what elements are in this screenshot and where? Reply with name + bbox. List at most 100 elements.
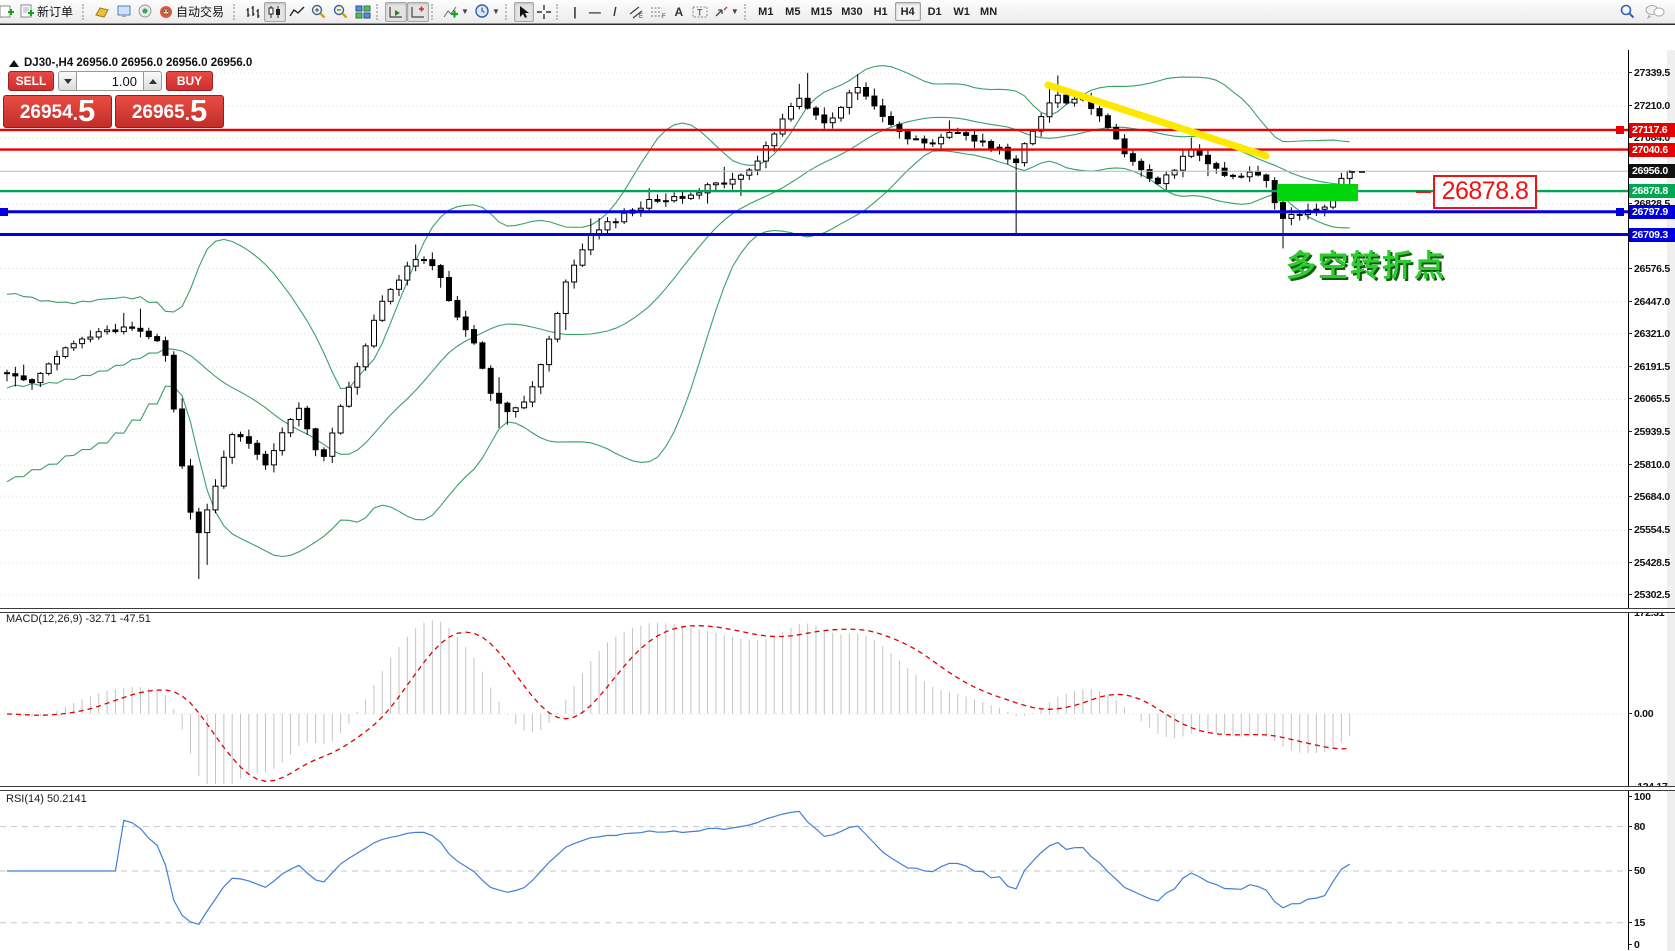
svg-text:F: F <box>662 14 666 19</box>
timeframe-mn[interactable]: MN <box>976 2 1002 21</box>
text-label-tool[interactable]: T <box>689 2 711 22</box>
crosshair-icon <box>537 5 551 19</box>
macd-tick-label: 0.00 <box>1634 708 1675 720</box>
price-level-badge: 27040.6 <box>1629 143 1675 157</box>
volume-input[interactable] <box>77 71 143 91</box>
price-tick-label: 26065.5 <box>1634 393 1675 405</box>
bar-chart-icon <box>245 5 261 19</box>
toolbar-grip <box>431 4 436 20</box>
market-watch-button[interactable] <box>91 2 113 22</box>
price-level-badge: 26878.8 <box>1629 184 1675 198</box>
price-callout-box[interactable]: 26878.8 <box>1433 175 1537 209</box>
text-a-icon: A <box>675 5 684 19</box>
tile-windows-button[interactable] <box>352 2 374 22</box>
pane-separator[interactable] <box>0 608 1675 613</box>
new-chart-icon[interactable] <box>0 2 17 22</box>
new-order-button[interactable]: 新订单 <box>17 2 80 22</box>
chart-title-row: DJ30-,H4 26956.0 26956.0 26956.0 26956.0 <box>9 57 252 69</box>
toolbar-grip <box>505 4 510 20</box>
price-tick-label: 25428.5 <box>1634 557 1675 569</box>
chart-window: 27339.527210.027084.026828.526576.526447… <box>0 24 1675 951</box>
line-chart-icon <box>289 5 305 19</box>
timeframe-m5[interactable]: M5 <box>780 2 806 21</box>
price-level-badge: 26956.0 <box>1629 164 1675 178</box>
autotrading-button[interactable]: 自动交易 <box>156 2 231 22</box>
line-chart-button[interactable] <box>286 2 308 22</box>
volume-decrease-button[interactable] <box>58 71 77 91</box>
timeframe-h1[interactable]: H1 <box>868 2 894 21</box>
price-tick-label: 26191.5 <box>1634 361 1675 373</box>
timeframe-d1[interactable]: D1 <box>922 2 948 21</box>
main-price-chart[interactable] <box>0 50 1628 608</box>
text-label-icon: T <box>692 5 708 19</box>
search-icon[interactable] <box>1620 4 1635 19</box>
price-tick-label: 25302.5 <box>1634 589 1675 601</box>
zoom-in-icon <box>311 4 327 19</box>
bar-chart-button[interactable] <box>242 2 264 22</box>
mt4-trading-platform: { "toolbar": { "new_order_label": "新订单",… <box>0 0 1675 951</box>
macd-indicator-pane[interactable] <box>0 613 1628 786</box>
trendline-tool[interactable]: / <box>605 2 625 22</box>
indicators-button[interactable]: ▼ <box>440 2 472 22</box>
rsi-tick-label: 15 <box>1634 917 1675 929</box>
chinese-annotation[interactable]: 多空转折点 <box>1286 241 1446 285</box>
zoom-in-button[interactable] <box>308 2 330 22</box>
text-tool[interactable]: A <box>669 2 689 22</box>
zoom-out-button[interactable] <box>330 2 352 22</box>
terminal-button[interactable] <box>113 2 135 22</box>
rsi-tick-label: 80 <box>1634 821 1675 833</box>
channel-tool[interactable]: E <box>625 2 647 22</box>
sell-button[interactable]: SELL <box>8 71 54 91</box>
buy-price-frac: 5 <box>190 96 207 126</box>
order-form-icon <box>20 4 35 19</box>
dropdown-caret-icon: ▼ <box>731 7 739 16</box>
cursor-icon <box>518 5 530 19</box>
panel-collapse-icon[interactable] <box>9 60 19 67</box>
svg-text:E: E <box>639 14 643 19</box>
horizontal-line-icon: — <box>589 5 601 19</box>
crosshair-tool-button[interactable] <box>534 2 554 22</box>
price-level-badge: 26797.9 <box>1629 205 1675 219</box>
arrows-tool-button[interactable]: ▼ <box>711 2 742 22</box>
rsi-indicator-pane[interactable] <box>0 791 1628 950</box>
svg-text:T: T <box>697 7 703 17</box>
fibonacci-icon: F <box>650 5 666 19</box>
strategy-tester-button[interactable] <box>135 2 156 22</box>
price-tick-label: 25810.0 <box>1634 459 1675 471</box>
gold-icon <box>94 5 110 19</box>
buy-price-box[interactable]: 26965 . 5 <box>115 95 224 128</box>
chart-shift-button[interactable] <box>407 2 429 22</box>
buy-price-int: 26965 <box>132 100 185 126</box>
timeframe-m15[interactable]: M15 <box>807 2 836 21</box>
chart-title: DJ30-,H4 26956.0 26956.0 26956.0 26956.0 <box>24 57 252 69</box>
indicators-icon <box>443 5 459 19</box>
vertical-line-tool[interactable]: | <box>565 2 585 22</box>
dropdown-caret-icon: ▼ <box>492 7 500 16</box>
horizontal-line-tool[interactable]: — <box>585 2 605 22</box>
timeframe-h4[interactable]: H4 <box>895 2 921 21</box>
buy-button[interactable]: BUY <box>166 71 213 91</box>
candlestick-icon <box>267 5 283 19</box>
price-tick-label: 26321.0 <box>1634 328 1675 340</box>
rsi-tick-label: 100 <box>1634 791 1675 803</box>
chart-plus-icon <box>0 4 14 19</box>
sell-price-box[interactable]: 26954 . 5 <box>3 95 112 128</box>
auto-scroll-button[interactable] <box>385 2 407 22</box>
periods-button[interactable]: ▼ <box>472 2 503 22</box>
pane-separator[interactable] <box>0 786 1675 791</box>
candlestick-chart-button[interactable] <box>264 2 286 22</box>
chat-icon[interactable] <box>1645 4 1665 19</box>
signal-circle-icon <box>138 4 153 19</box>
timeframe-m1[interactable]: M1 <box>753 2 779 21</box>
timeframe-w1[interactable]: W1 <box>949 2 975 21</box>
price-tick-label: 25684.0 <box>1634 491 1675 503</box>
fibonacci-tool[interactable]: F <box>647 2 669 22</box>
price-tick-label: 25939.5 <box>1634 426 1675 438</box>
volume-increase-button[interactable] <box>143 71 162 91</box>
price-level-badge: 27117.6 <box>1629 123 1675 137</box>
toolbar-grip <box>376 4 381 20</box>
tile-windows-icon <box>355 5 371 19</box>
cursor-tool-button[interactable] <box>514 2 534 22</box>
timeframe-m30[interactable]: M30 <box>837 2 866 21</box>
chart-shift-icon <box>410 5 426 19</box>
